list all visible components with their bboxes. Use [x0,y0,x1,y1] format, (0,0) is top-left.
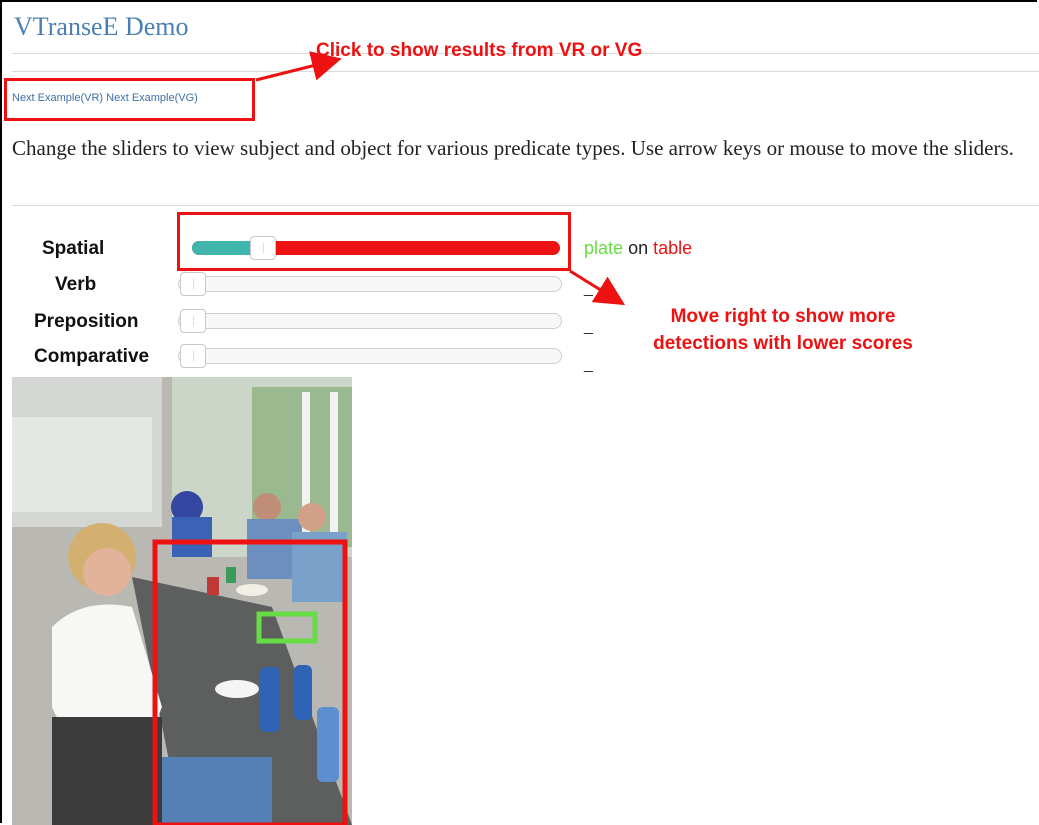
result-subject: plate [584,238,624,258]
result-object: table [653,238,693,258]
meeting-photo [12,377,352,825]
comparative-slider[interactable] [178,348,562,364]
annotation-side: Move right to show more detections with … [610,303,956,357]
verb-result: _ [584,280,593,297]
result-relation: on [628,238,649,258]
instructions-text: Change the sliders to view subject and o… [12,136,1014,160]
slider-label-preposition: Preposition [34,311,139,332]
preposition-result: _ [584,318,593,335]
slider-label-comparative: Comparative [34,346,150,367]
spatial-highlight-box [177,212,571,271]
comparative-result: _ [584,356,593,373]
preposition-slider[interactable] [178,313,562,329]
slider-label-spatial: Spatial [42,238,105,259]
preposition-slider-thumb[interactable] [180,309,206,333]
annotation-top: Click to show results from VR or VG [316,40,643,61]
comparative-slider-thumb[interactable] [180,344,206,368]
result-image [12,377,352,825]
divider [12,71,1039,72]
annotation-side-line2: detections with lower scores [653,333,913,354]
slider-label-verb: Verb [55,274,97,295]
spatial-result: plate on table [584,238,692,259]
divider [12,205,1039,206]
links-highlight-box [4,78,255,121]
verb-slider-thumb[interactable] [180,272,206,296]
verb-slider[interactable] [178,276,562,292]
annotation-side-line1: Move right to show more [670,306,896,327]
page-title: VTranseE Demo [14,12,189,41]
